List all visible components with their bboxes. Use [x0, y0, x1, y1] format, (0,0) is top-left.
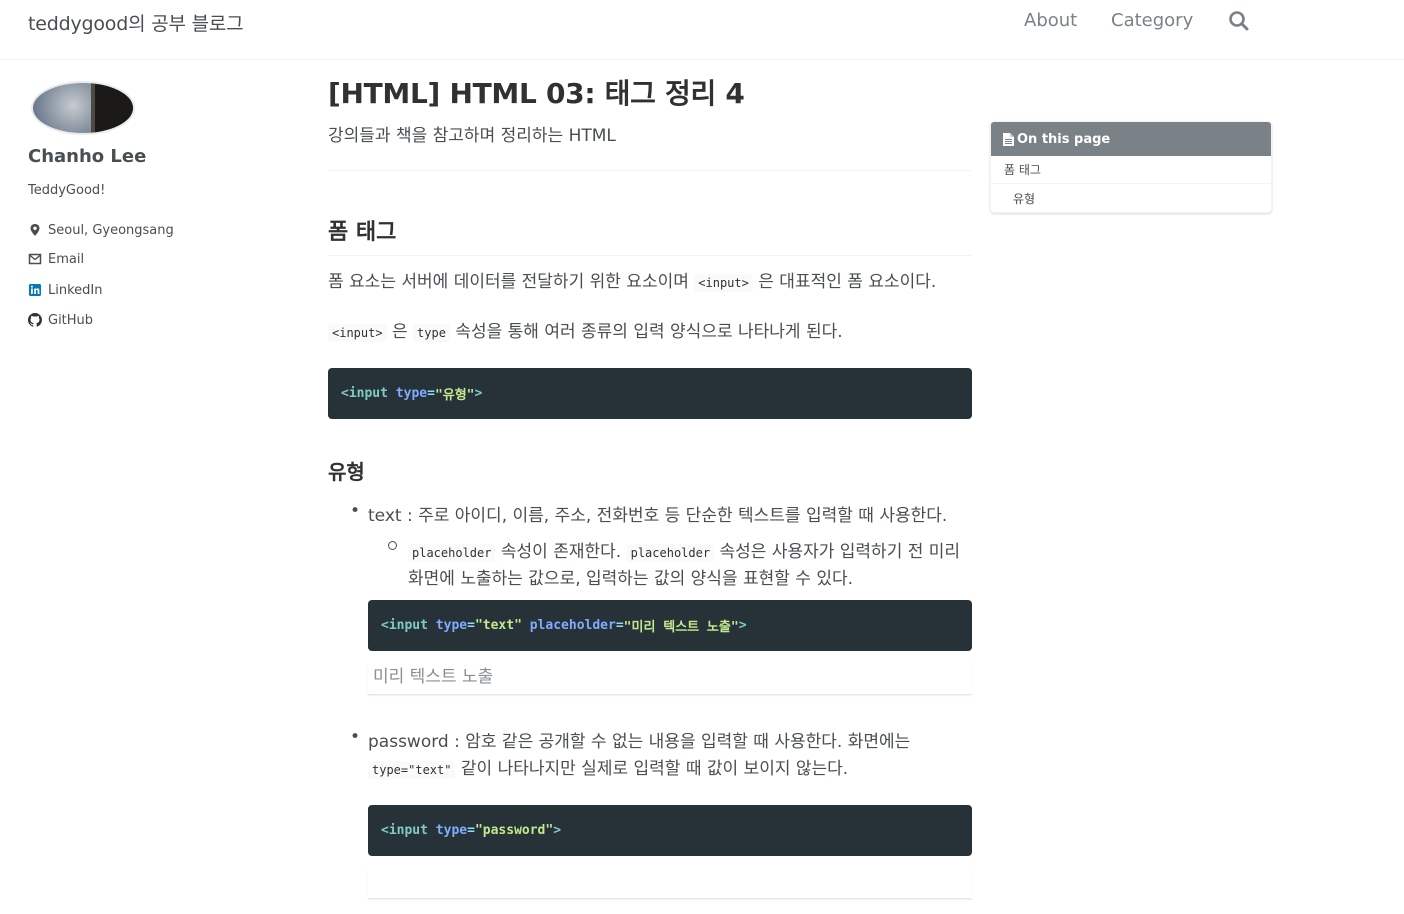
code-token-tag: <input	[341, 386, 388, 401]
toc-item-label[interactable]: 유형	[1013, 190, 1035, 207]
author-github-link[interactable]: GitHub	[28, 310, 93, 330]
section-heading-form-tag: 폼 태그	[328, 220, 397, 245]
author-bio: TeddyGood!	[28, 183, 106, 198]
code-token-string: "유형"	[434, 388, 475, 403]
sub-bullet-line-1: placeholder 속성이 존재한다. placeholder 속성은 사용…	[408, 537, 960, 562]
code-token-punc: =	[427, 386, 435, 401]
code-token-punc: =	[467, 823, 475, 838]
nav-about-link[interactable]: About	[1024, 10, 1077, 31]
toc-header: On this page	[991, 122, 1271, 156]
code-token-string: "미리 텍스트 노출"	[623, 620, 739, 635]
linkedin-icon	[29, 284, 41, 296]
envelope-icon	[28, 253, 42, 265]
author-location-label: Seoul, Gyeongsang	[48, 222, 174, 238]
code-token-punc: =	[615, 618, 624, 633]
github-icon	[28, 313, 42, 327]
title-divider	[328, 170, 972, 171]
nav-category-link[interactable]: Category	[1111, 10, 1193, 31]
author-linkedin-link[interactable]: LinkedIn	[28, 280, 102, 300]
section-divider	[328, 255, 972, 256]
page-title: [HTML] HTML 03: 태그 정리 4	[328, 77, 745, 110]
paragraph-text: 속성은 사용자가 입력하기 전 미리	[714, 542, 961, 562]
bullet-text-password-line-2: type="text" 같이 나타나지만 실제로 입력할 때 값이 보이지 않는…	[368, 754, 848, 779]
code-token-attr: type	[435, 618, 468, 633]
site-title-link[interactable]: teddygood의 공부 블로그	[28, 9, 244, 36]
location-pin-icon	[30, 224, 40, 236]
author-avatar	[31, 81, 135, 135]
code-token-punc: =	[467, 618, 475, 633]
paragraph-text: 폼 요소는 서버에 데이터를 전달하기 위한 요소이며	[328, 272, 695, 292]
paragraph-form-intro: 폼 요소는 서버에 데이터를 전달하기 위한 요소이며 <input> 은 대표…	[328, 267, 936, 292]
inline-code: type	[413, 324, 450, 342]
inline-code: <input>	[694, 274, 753, 292]
toc-item-form-tag[interactable]: 폼 태그	[991, 156, 1271, 184]
file-icon	[1003, 132, 1014, 146]
author-location: Seoul, Gyeongsang	[28, 220, 174, 240]
paragraph-input-type: <input> 은 type 속성을 통해 여러 종류의 입력 양식으로 나타나…	[328, 317, 843, 342]
bullet-marker: •	[350, 501, 361, 521]
toc-header-label: On this page	[1017, 131, 1111, 147]
code-block-text-placeholder: <input type = "text" placeholder = "미리 텍스트 노…	[368, 600, 972, 651]
code-token-string: "text"	[474, 618, 522, 633]
inline-code: <input>	[328, 324, 387, 342]
code-token-tag: <input	[381, 618, 428, 633]
sub-bullet-line-2: 화면에 노출하는 값으로, 입력하는 값의 양식을 표현할 수 있다.	[408, 569, 854, 589]
toc-item-type[interactable]: 유형	[991, 184, 1271, 212]
code-token-tag: >	[738, 618, 747, 633]
inline-code: placeholder	[408, 544, 496, 562]
inline-code: type="text"	[368, 761, 456, 779]
paragraph-text: 은	[386, 322, 414, 342]
demo-password-input[interactable]	[368, 866, 972, 899]
search-icon[interactable]	[1228, 10, 1250, 32]
paragraph-text: 속성이 존재한다.	[495, 542, 627, 562]
page-subtitle: 강의들과 책을 참고하며 정리하는 HTML	[328, 126, 616, 146]
code-token-tag: >	[553, 823, 562, 838]
code-block-input-type: <input type = "유형" >	[328, 368, 972, 419]
author-github-label[interactable]: GitHub	[48, 313, 93, 328]
code-token-attr: type	[395, 386, 428, 401]
sub-bullet-marker	[388, 541, 397, 550]
paragraph-text: 은 대표적인 폼 요소이다.	[752, 272, 937, 292]
inline-code: placeholder	[626, 544, 715, 562]
toc-panel: On this page 폼 태그 유형	[990, 121, 1272, 213]
code-token-tag: >	[474, 386, 483, 401]
bullet-marker: •	[350, 727, 361, 747]
toc-item-label[interactable]: 폼 태그	[1004, 161, 1041, 178]
bullet-text-password-line-1: password : 암호 같은 공개할 수 없는 내용을 입력할 때 사용한다…	[368, 732, 911, 752]
author-email-label[interactable]: Email	[48, 252, 84, 267]
code-block-password: <input type = "password" >	[368, 805, 972, 856]
author-name: Chanho Lee	[28, 146, 147, 167]
subsection-heading-type: 유형	[328, 460, 365, 484]
code-token-attr: type	[435, 823, 468, 838]
code-token-tag: <input	[381, 823, 428, 838]
paragraph-text: 같이 나타나지만 실제로 입력할 때 값이 보이지 않는다.	[455, 759, 849, 779]
bullet-text-text-type: text : 주로 아이디, 이름, 주소, 전화번호 등 단순한 텍스트를 입…	[368, 506, 948, 526]
masthead: teddygood의 공부 블로그 About Category	[0, 0, 1404, 60]
demo-text-input[interactable]	[368, 660, 972, 695]
author-linkedin-label[interactable]: LinkedIn	[48, 283, 102, 298]
author-email-link[interactable]: Email	[28, 249, 84, 269]
code-token-attr: placeholder	[529, 618, 616, 633]
paragraph-text: 속성을 통해 여러 종류의 입력 양식으로 나타나게 된다.	[449, 322, 843, 342]
code-token-string: "password"	[474, 823, 554, 838]
